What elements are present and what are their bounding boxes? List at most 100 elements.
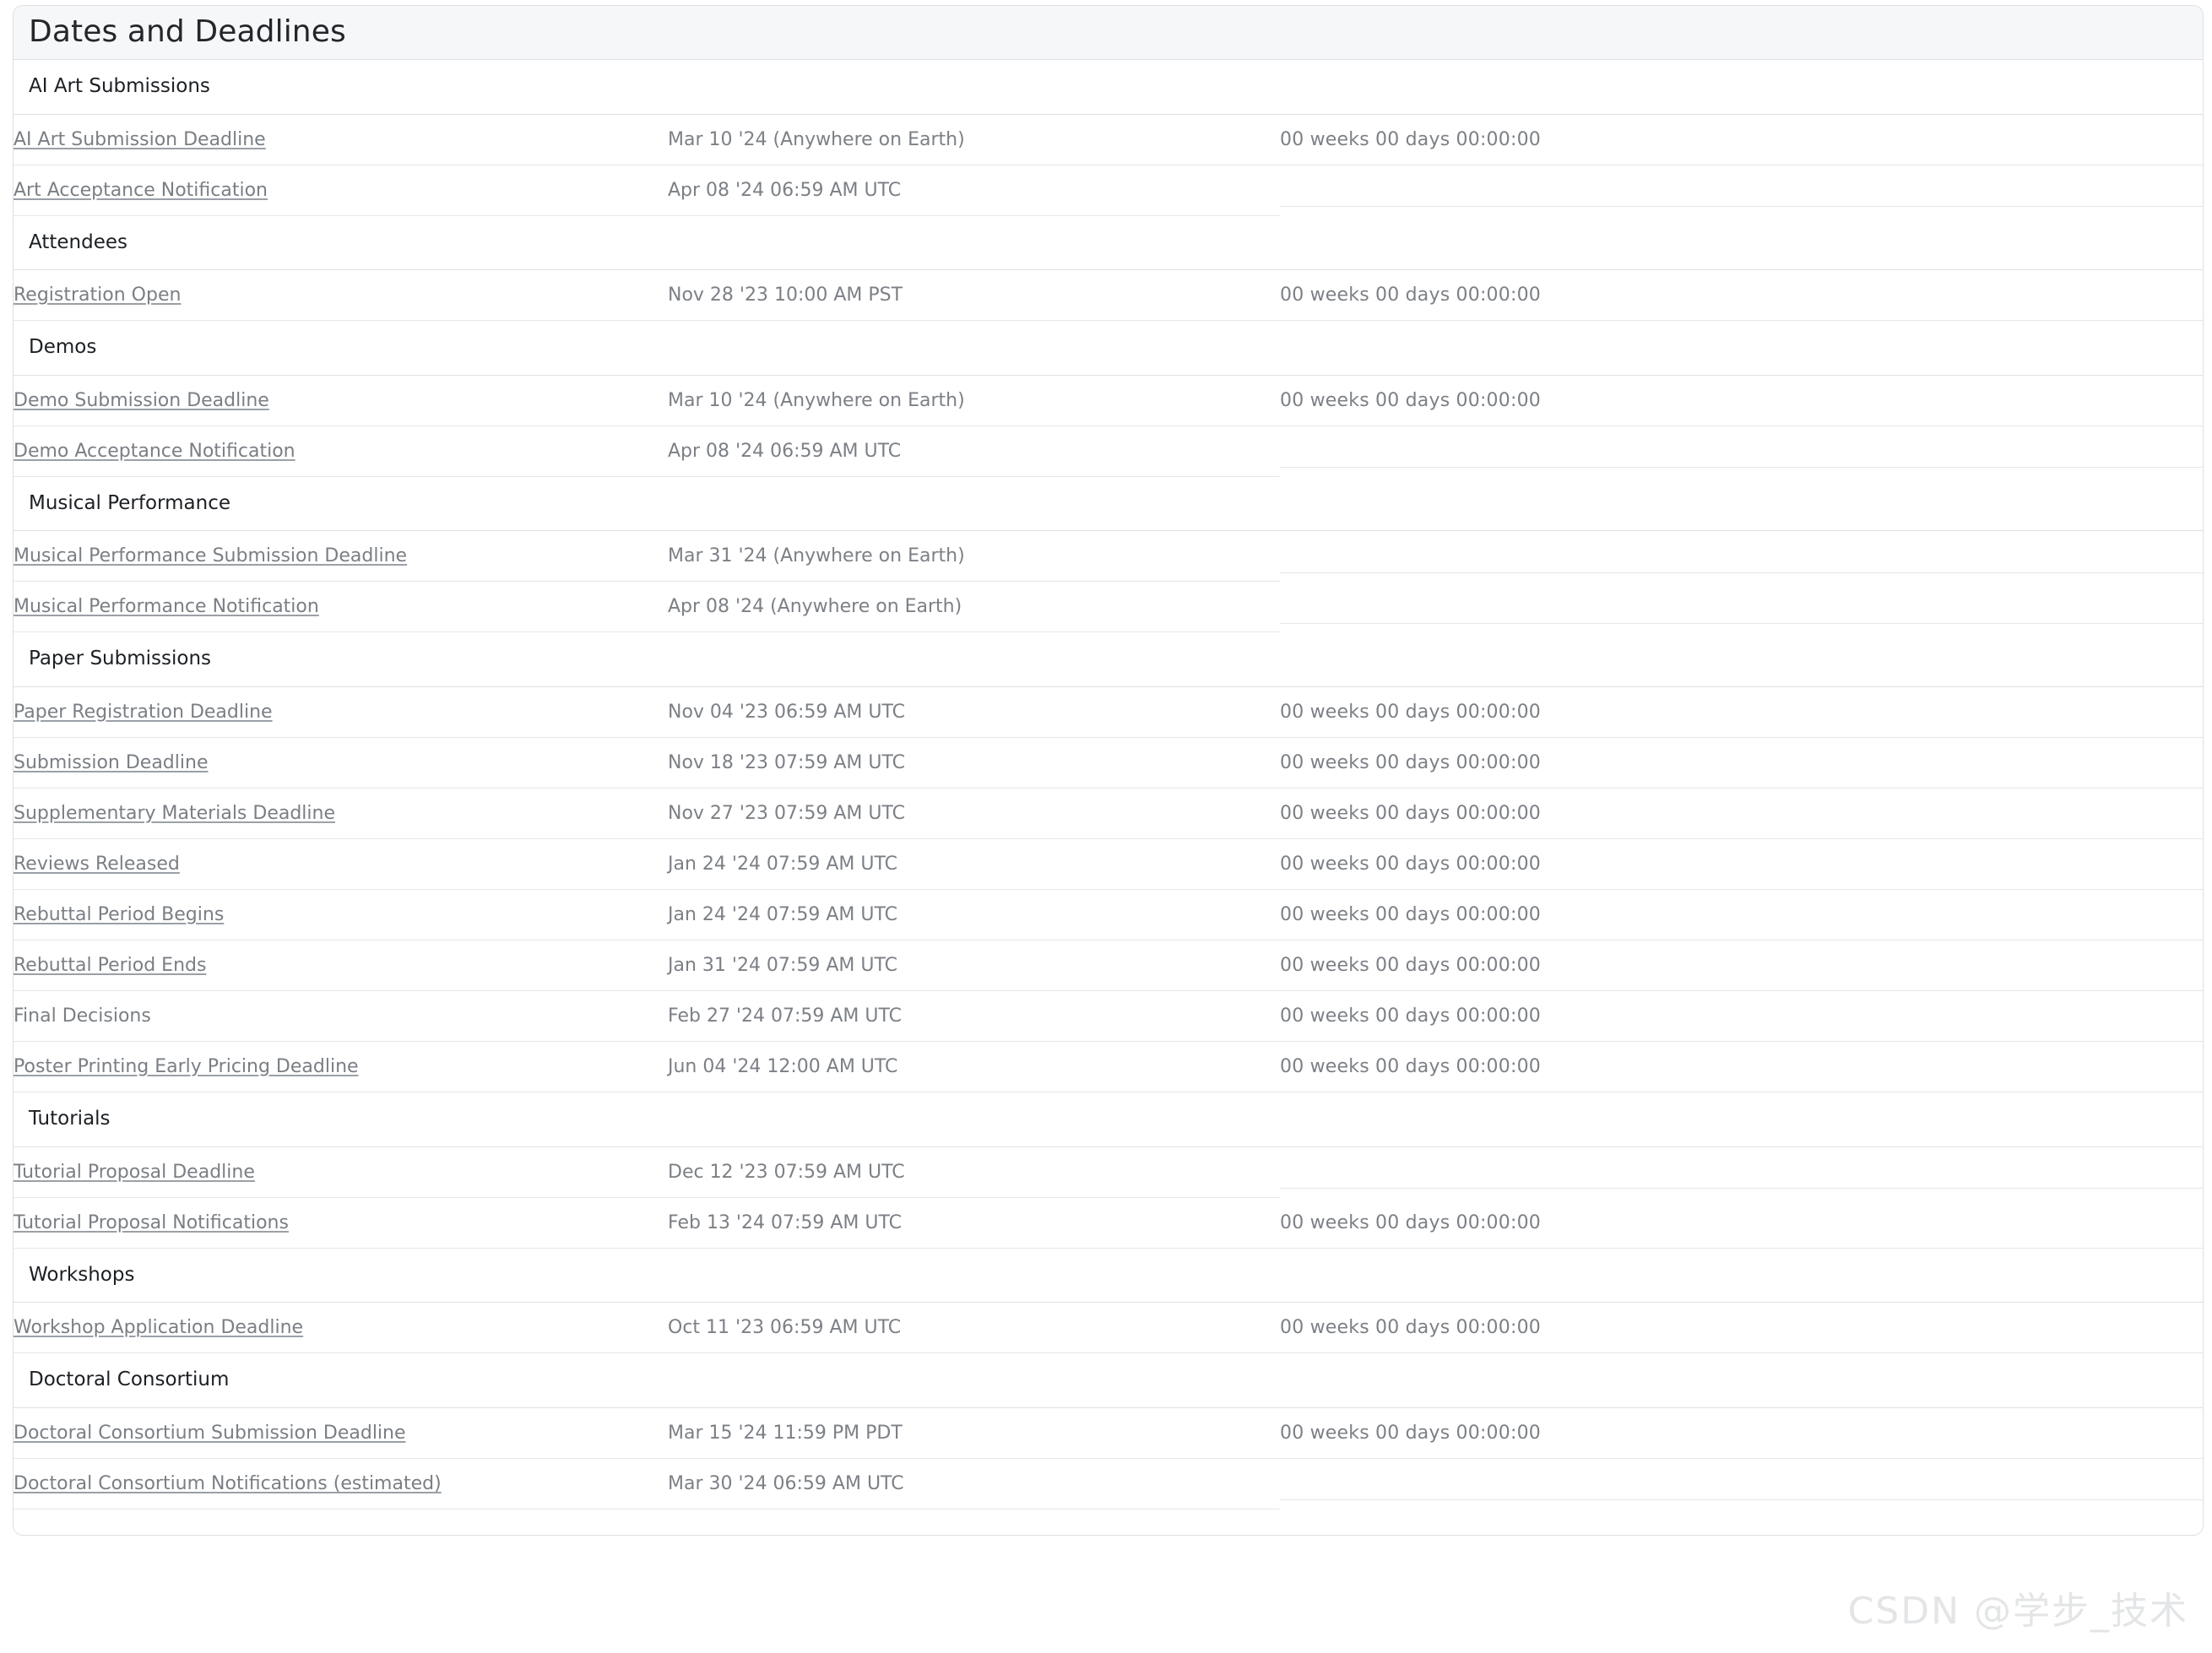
deadline-date: Jun 04 '24 12:00 AM UTC xyxy=(668,1056,897,1077)
deadline-countdown: 00 weeks 00 days 00:00:00 xyxy=(1280,904,1541,925)
deadline-date-cell: Apr 08 '24 06:59 AM UTC xyxy=(668,426,1280,477)
deadline-name-link[interactable]: Demo Submission Deadline xyxy=(14,390,269,411)
deadline-countdown-cell: 00 weeks 00 days 00:00:00 xyxy=(1280,1303,2203,1354)
deadline-name-link[interactable]: Poster Printing Early Pricing Deadline xyxy=(14,1056,359,1077)
deadline-countdown: 00 weeks 00 days 00:00:00 xyxy=(1280,752,1541,773)
page-title: Dates and Deadlines xyxy=(29,17,346,47)
deadline-date: Oct 11 '23 06:59 AM UTC xyxy=(668,1317,901,1338)
deadline-name-cell: Tutorial Proposal Deadline xyxy=(14,1146,668,1198)
deadline-date-cell: Nov 27 '23 07:59 AM UTC xyxy=(668,789,1280,839)
section-header-row: Musical Performance xyxy=(14,477,2203,531)
table-row: Doctoral Consortium Submission Deadline M… xyxy=(14,1407,2203,1459)
deadline-countdown: 00 weeks 00 days 00:00:00 xyxy=(1280,285,1541,306)
deadline-countdown: 00 weeks 00 days 00:00:00 xyxy=(1280,854,1541,875)
deadline-name-link[interactable]: Tutorial Proposal Deadline xyxy=(14,1162,255,1183)
deadline-name-link[interactable]: Tutorial Proposal Notifications xyxy=(14,1212,289,1233)
table-row: Demo Submission Deadline Mar 10 '24 (Anyw… xyxy=(14,375,2203,426)
deadline-date: Apr 08 '24 06:59 AM UTC xyxy=(668,180,901,201)
deadline-date-cell: Feb 27 '24 07:59 AM UTC xyxy=(668,991,1280,1042)
deadline-name-cell: Musical Performance Submission Deadline xyxy=(14,531,668,583)
deadline-name-link[interactable]: Musical Performance Notification xyxy=(14,596,319,617)
deadline-countdown: 00 weeks 00 days 00:00:00 xyxy=(1280,955,1541,976)
deadline-name-cell: Musical Performance Notification xyxy=(14,582,668,632)
deadline-countdown-cell: 00 weeks 00 days 00:00:00 xyxy=(1280,991,2203,1042)
deadline-date-cell: Mar 15 '24 11:59 PM PDT xyxy=(668,1407,1280,1459)
deadline-countdown: 00 weeks 00 days 00:00:00 xyxy=(1280,1212,1541,1233)
section-header-row: Workshops xyxy=(14,1249,2203,1303)
deadline-name-link[interactable]: Art Acceptance Notification xyxy=(14,180,268,201)
table-row: Tutorial Proposal Notifications Feb 13 '2… xyxy=(14,1198,2203,1249)
deadline-date-cell: Jan 31 '24 07:59 AM UTC xyxy=(668,940,1280,991)
table-row: Paper Registration Deadline Nov 04 '23 06… xyxy=(14,686,2203,738)
table-row: Reviews Released Jan 24 '24 07:59 AM UTC 0… xyxy=(14,839,2203,890)
deadline-name-cell: Workshop Application Deadline xyxy=(14,1303,668,1354)
deadline-name-link[interactable]: Musical Performance Submission Deadline xyxy=(14,545,407,566)
deadline-name-cell: Art Acceptance Notification xyxy=(14,165,668,216)
deadline-name-cell: Demo Submission Deadline xyxy=(14,375,668,426)
deadline-name-link[interactable]: Demo Acceptance Notification xyxy=(14,441,295,462)
deadline-date-cell: Nov 28 '23 10:00 AM PST xyxy=(668,270,1280,322)
deadline-date-cell: Feb 13 '24 07:59 AM UTC xyxy=(668,1198,1280,1249)
deadline-name-link[interactable]: Rebuttal Period Ends xyxy=(14,955,206,976)
deadline-date-cell: Nov 04 '23 06:59 AM UTC xyxy=(668,686,1280,738)
deadline-date: Jan 24 '24 07:59 AM UTC xyxy=(668,854,897,875)
table-row: Rebuttal Period Begins Jan 24 '24 07:59 A… xyxy=(14,890,2203,940)
deadline-name-link[interactable]: Reviews Released xyxy=(14,854,180,875)
deadline-name-link[interactable]: Rebuttal Period Begins xyxy=(14,904,224,925)
table-row: Art Acceptance Notification Apr 08 '24 06… xyxy=(14,165,2203,216)
table-row: Demo Acceptance Notification Apr 08 '24 0… xyxy=(14,426,2203,477)
section-header-row: Paper Submissions xyxy=(14,632,2203,686)
deadline-name-cell: Final Decisions xyxy=(14,991,668,1042)
table-tail-cell xyxy=(14,1509,2203,1535)
table-row: Supplementary Materials Deadline Nov 27 '… xyxy=(14,789,2203,839)
deadline-countdown: 00 weeks 00 days 00:00:00 xyxy=(1280,1056,1541,1077)
deadlines-table-body: AI Art Submissions AI Art Submission Dead… xyxy=(14,60,2203,1535)
deadline-date-cell: Mar 10 '24 (Anywhere on Earth) xyxy=(668,375,1280,426)
deadline-countdown-cell xyxy=(1280,165,2203,216)
section-header-row: AI Art Submissions xyxy=(14,60,2203,114)
deadline-date-cell: Apr 08 '24 (Anywhere on Earth) xyxy=(668,582,1280,632)
deadline-countdown-cell: 00 weeks 00 days 00:00:00 xyxy=(1280,839,2203,890)
table-row: Registration Open Nov 28 '23 10:00 AM PST… xyxy=(14,270,2203,322)
deadline-countdown: 00 weeks 00 days 00:00:00 xyxy=(1280,803,1541,824)
table-tail-row xyxy=(14,1509,2203,1535)
deadline-date-cell: Mar 30 '24 06:59 AM UTC xyxy=(668,1459,1280,1509)
deadline-date-cell: Jan 24 '24 07:59 AM UTC xyxy=(668,890,1280,940)
deadline-date-cell: Oct 11 '23 06:59 AM UTC xyxy=(668,1303,1280,1354)
deadline-date: Mar 31 '24 (Anywhere on Earth) xyxy=(668,545,965,566)
deadline-date-cell: Dec 12 '23 07:59 AM UTC xyxy=(668,1146,1280,1198)
deadline-name-link[interactable]: Workshop Application Deadline xyxy=(14,1317,303,1338)
deadline-date-cell: Jun 04 '24 12:00 AM UTC xyxy=(668,1042,1280,1092)
deadline-date: Mar 10 '24 (Anywhere on Earth) xyxy=(668,129,965,150)
deadline-name-link[interactable]: Registration Open xyxy=(14,285,181,306)
deadline-countdown-cell: 00 weeks 00 days 00:00:00 xyxy=(1280,686,2203,738)
deadline-name-link[interactable]: Paper Registration Deadline xyxy=(14,702,273,723)
deadline-name-link[interactable]: Submission Deadline xyxy=(14,752,208,773)
deadline-name-cell: Registration Open xyxy=(14,270,668,322)
deadline-name-link[interactable]: Doctoral Consortium Notifications (estim… xyxy=(14,1473,442,1494)
deadline-date: Jan 31 '24 07:59 AM UTC xyxy=(668,955,897,976)
deadline-name-link: Final Decisions xyxy=(14,1005,151,1027)
section-header-row: Tutorials xyxy=(14,1092,2203,1146)
section-header-cell: Doctoral Consortium xyxy=(14,1353,2203,1407)
card-header: Dates and Deadlines xyxy=(14,6,2203,60)
deadline-name-link[interactable]: Supplementary Materials Deadline xyxy=(14,803,335,824)
deadline-date-cell: Jan 24 '24 07:59 AM UTC xyxy=(668,839,1280,890)
deadline-countdown-cell xyxy=(1280,1146,2203,1198)
deadline-name-link[interactable]: AI Art Submission Deadline xyxy=(14,129,266,150)
deadline-countdown: 00 weeks 00 days 00:00:00 xyxy=(1280,129,1541,150)
table-row: Doctoral Consortium Notifications (estim… xyxy=(14,1459,2203,1509)
deadline-countdown-cell: 00 weeks 00 days 00:00:00 xyxy=(1280,890,2203,940)
deadline-date: Nov 18 '23 07:59 AM UTC xyxy=(668,752,905,773)
deadline-name-link[interactable]: Doctoral Consortium Submission Deadline xyxy=(14,1423,406,1444)
section-header-cell: Attendees xyxy=(14,216,2203,270)
deadline-date-cell: Apr 08 '24 06:59 AM UTC xyxy=(668,165,1280,216)
section-label: Doctoral Consortium xyxy=(14,1353,2203,1407)
deadline-date: Nov 28 '23 10:00 AM PST xyxy=(668,285,903,306)
table-row: Submission Deadline Nov 18 '23 07:59 AM U… xyxy=(14,738,2203,789)
section-header-row: Demos xyxy=(14,321,2203,375)
deadline-name-cell: Tutorial Proposal Notifications xyxy=(14,1198,668,1249)
csdn-watermark: CSDN @学步_技术 xyxy=(1848,1580,2188,1634)
deadline-date-cell: Mar 31 '24 (Anywhere on Earth) xyxy=(668,531,1280,583)
deadline-name-cell: Doctoral Consortium Submission Deadline xyxy=(14,1407,668,1459)
